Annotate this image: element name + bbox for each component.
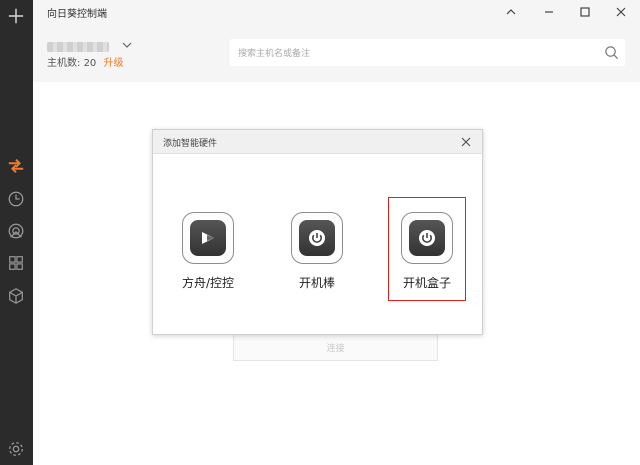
title-bar: 向日葵控制端 <box>33 0 640 24</box>
dialog-title: 添加智能硬件 <box>163 139 218 149</box>
search-icon[interactable] <box>604 45 619 60</box>
maximize-button[interactable] <box>576 3 594 21</box>
power-stick-icon[interactable] <box>291 212 343 264</box>
collapse-chevron-icon[interactable] <box>502 3 520 21</box>
ark-control-icon[interactable] <box>182 212 234 264</box>
search-input[interactable]: 搜索主机名或备注 <box>238 46 310 59</box>
close-window-button[interactable] <box>612 3 630 21</box>
dialog-close-icon[interactable] <box>460 136 472 148</box>
account-header: 主机数: 20 升级 搜索主机名或备注 <box>33 24 640 82</box>
hardware-item-label: 方舟/控控 <box>181 276 235 290</box>
watermark-logo <box>551 420 633 456</box>
left-sidebar <box>0 0 33 465</box>
minimize-button[interactable] <box>540 3 558 21</box>
discovery-icon[interactable] <box>5 220 27 242</box>
app-title: 向日葵控制端 <box>47 9 107 20</box>
dialog-header: 添加智能硬件 <box>153 130 482 154</box>
hardware-item-ark[interactable]: 方舟/控控 <box>178 212 238 291</box>
remote-control-icon[interactable] <box>5 155 27 177</box>
host-count-value: 20 <box>83 58 97 69</box>
settings-gear-icon[interactable] <box>5 438 27 460</box>
host-count: 主机数: 20 升级 <box>47 54 123 69</box>
history-clock-icon[interactable] <box>5 188 27 210</box>
hardware-box-icon[interactable] <box>5 285 27 307</box>
account-name-blurred[interactable] <box>47 42 109 52</box>
upgrade-link[interactable]: 升级 <box>103 58 123 69</box>
hardware-item-label: 开机棒 <box>298 276 335 290</box>
connect-button[interactable]: 连接 <box>233 333 438 361</box>
host-count-label: 主机数: <box>47 58 81 69</box>
hardware-item-power-stick[interactable]: 开机棒 <box>287 212 347 291</box>
account-dropdown-chevron-icon[interactable] <box>121 39 133 51</box>
add-icon[interactable] <box>5 5 27 27</box>
apps-grid-icon[interactable] <box>5 252 27 274</box>
search-box[interactable]: 搜索主机名或备注 <box>230 39 625 66</box>
selection-highlight-box <box>388 197 466 301</box>
